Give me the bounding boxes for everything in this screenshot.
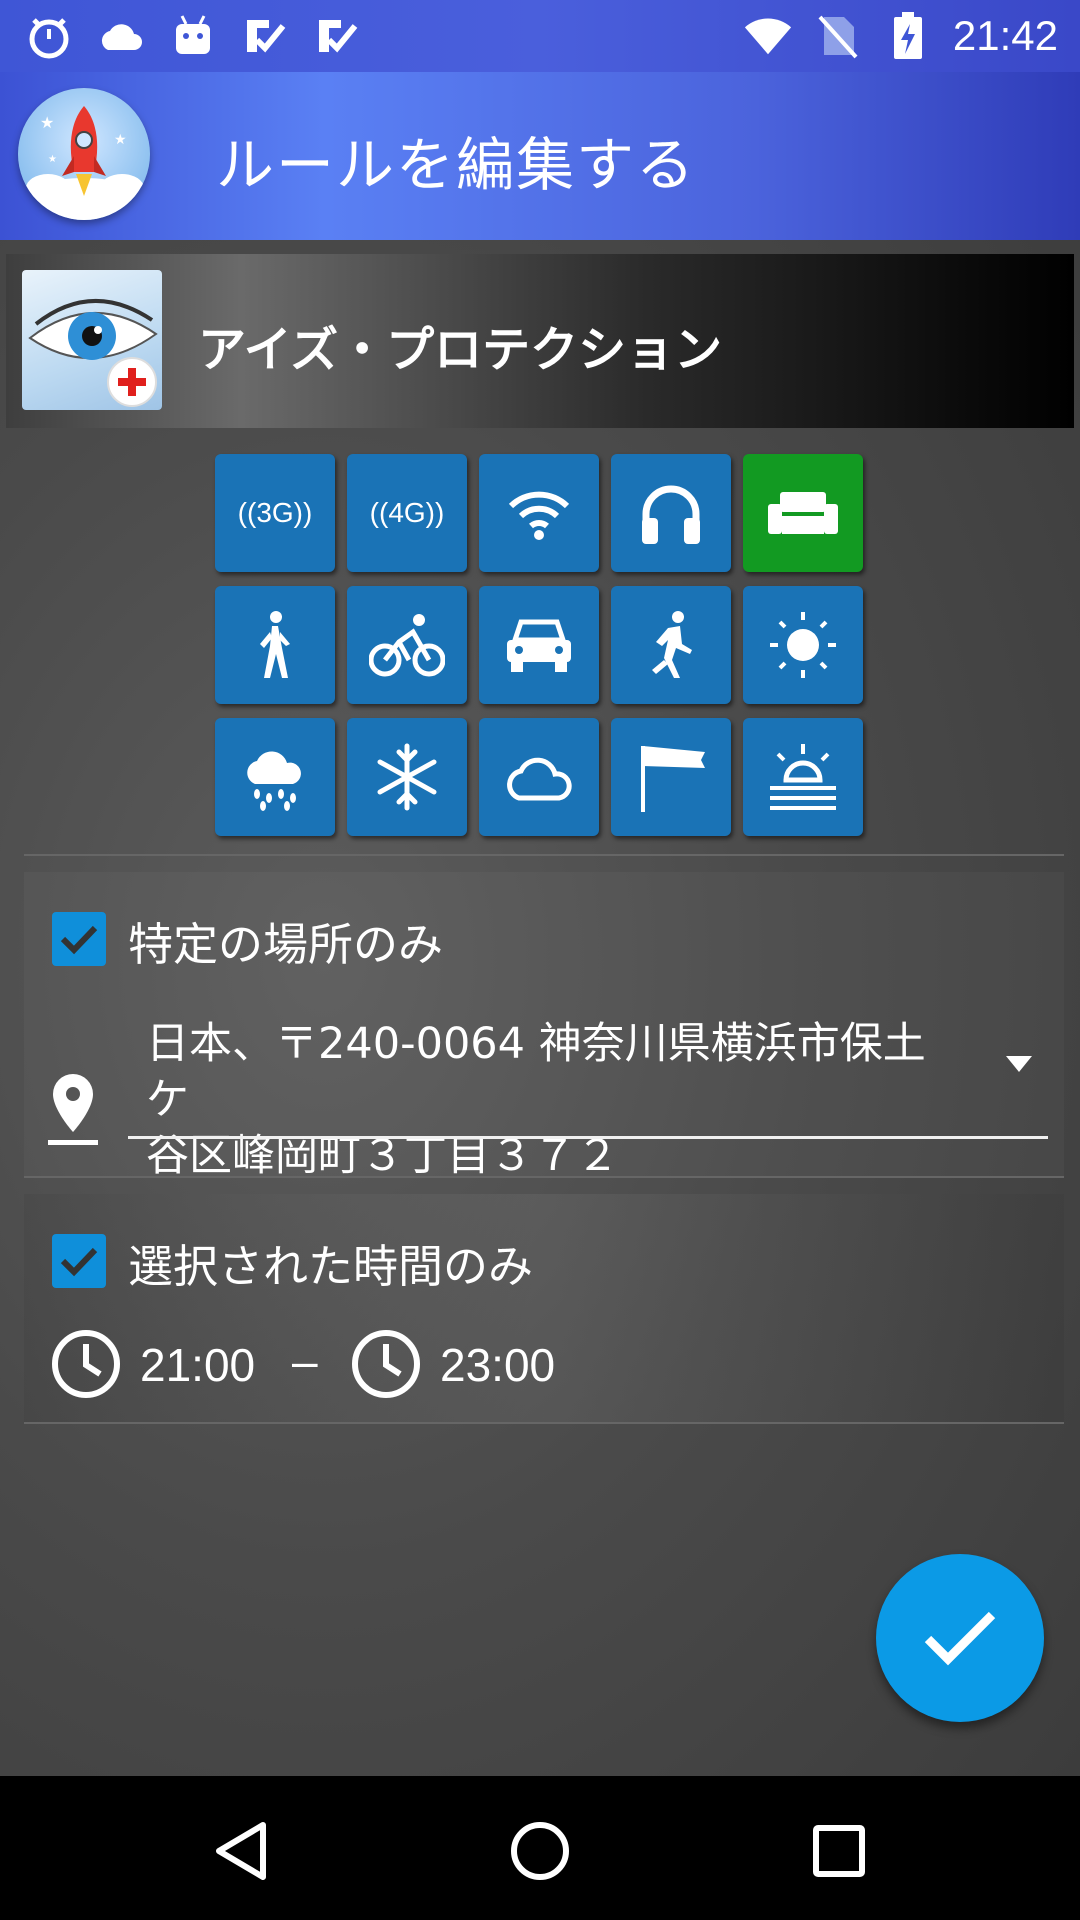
tile-rain[interactable]	[215, 718, 335, 836]
snowflake-icon	[377, 743, 437, 811]
home-icon	[511, 1822, 569, 1880]
clock-icon[interactable]	[350, 1328, 422, 1404]
battery-charging-icon	[883, 11, 933, 61]
cloud-icon	[507, 757, 572, 801]
check-list-icon	[240, 11, 290, 61]
3g-icon: ((3G))	[237, 497, 313, 528]
location-pin-icon[interactable]	[48, 1072, 98, 1150]
tile-cloud[interactable]	[479, 718, 599, 836]
save-button[interactable]	[876, 1554, 1044, 1722]
wifi-icon	[508, 491, 570, 540]
selected-app-name: アイズ・プロテクション	[198, 322, 723, 378]
time-checkbox[interactable]	[52, 1234, 106, 1288]
headphones-icon	[642, 485, 700, 544]
address-underline	[128, 1136, 1048, 1139]
tile-wind[interactable]	[611, 718, 731, 836]
clock-time: 21:42	[952, 12, 1058, 59]
check-list-icon	[312, 11, 362, 61]
rain-icon	[247, 751, 301, 811]
check-icon	[60, 1247, 98, 1277]
tile-snow[interactable]	[347, 718, 467, 836]
tile-bicycle[interactable]	[347, 586, 467, 704]
start-time[interactable]: 21:00	[140, 1338, 255, 1392]
tile-walking[interactable]	[215, 586, 335, 704]
alarm-icon	[24, 11, 74, 61]
dropdown-arrow-icon[interactable]	[1004, 1054, 1034, 1078]
page-title: ルールを編集する	[216, 131, 697, 199]
tile-sofa[interactable]	[743, 454, 863, 572]
bicycle-icon	[369, 614, 445, 677]
status-bar: 21:42	[0, 0, 1080, 72]
sun-icon	[770, 612, 836, 678]
home-button[interactable]	[495, 1806, 585, 1896]
running-icon	[652, 611, 692, 678]
no-sim-icon	[813, 11, 863, 61]
svg-text:★: ★	[48, 154, 57, 165]
time-separator: –	[292, 1335, 318, 1387]
back-icon	[216, 1822, 266, 1880]
check-icon	[60, 925, 98, 955]
time-checkbox-label: 選択された時間のみ	[128, 1240, 534, 1293]
eye-protection-icon	[22, 270, 162, 410]
location-checkbox-label: 特定の場所のみ	[128, 918, 444, 971]
end-time[interactable]: 23:00	[440, 1338, 555, 1392]
clock-icon[interactable]	[50, 1328, 122, 1404]
windsock-icon	[641, 746, 705, 812]
sofa-icon	[768, 492, 838, 534]
tile-3g[interactable]: ((3G))	[215, 454, 335, 572]
selected-app-header: アイズ・プロテクション	[6, 254, 1074, 428]
time-panel: 選択された時間のみ 21:00 – 23:00	[24, 1194, 1064, 1424]
location-checkbox[interactable]	[52, 912, 106, 966]
address-field[interactable]: 日本、〒240-0064 神奈川県横浜市保土ケ 谷区峰岡町３丁目３７２	[128, 1016, 948, 1184]
tile-sun[interactable]	[743, 586, 863, 704]
svg-text:★: ★	[40, 113, 54, 132]
app-bar: ★ ★ ★ ルールを編集する	[0, 72, 1080, 240]
tile-4g[interactable]: ((4G))	[347, 454, 467, 572]
check-icon	[924, 1611, 996, 1666]
condition-grid: ((3G)) ((4G))	[24, 446, 1064, 856]
svg-text:★: ★	[114, 132, 127, 148]
address-line-1: 日本、〒240-0064 神奈川県横浜市保土ケ	[146, 1019, 926, 1125]
cloud-icon	[96, 11, 146, 61]
wifi-icon	[743, 11, 793, 61]
fog-icon	[770, 744, 836, 810]
navigation-bar	[0, 1776, 1080, 1920]
tile-running[interactable]	[611, 586, 731, 704]
rocket-logo[interactable]: ★ ★ ★	[18, 88, 150, 220]
tile-wifi[interactable]	[479, 454, 599, 572]
tile-fog[interactable]	[743, 718, 863, 836]
android-icon	[168, 11, 218, 61]
location-panel: 特定の場所のみ 日本、〒240-0064 神奈川県横浜市保土ケ 谷区峰岡町３丁目…	[24, 872, 1064, 1181]
tile-car[interactable]	[479, 586, 599, 704]
4g-icon: ((4G))	[369, 497, 445, 528]
tile-headphones[interactable]	[611, 454, 731, 572]
back-button[interactable]	[196, 1806, 286, 1896]
recents-button[interactable]	[794, 1806, 884, 1896]
car-icon	[507, 619, 571, 672]
recents-icon	[813, 1825, 865, 1877]
walking-icon	[260, 611, 290, 678]
